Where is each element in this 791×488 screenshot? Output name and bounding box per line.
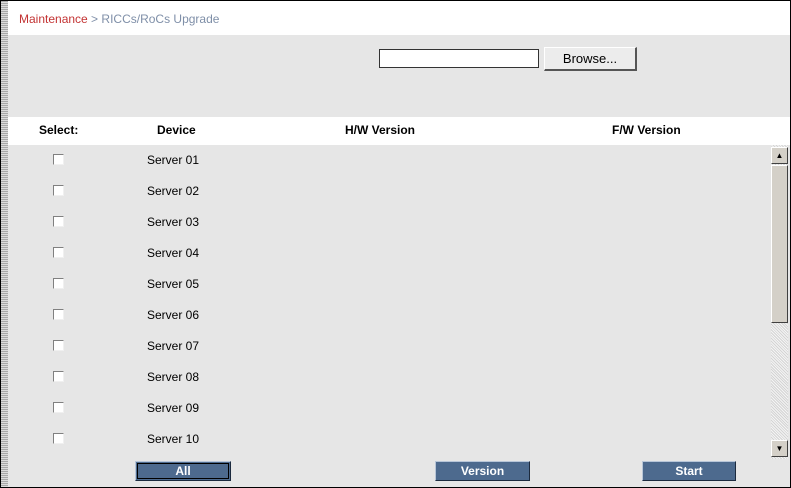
breadcrumb-maintenance-link[interactable]: Maintenance (19, 12, 88, 26)
device-name: Server 07 (147, 339, 200, 353)
breadcrumb-separator: > (87, 12, 102, 26)
table-row: Server 10 (8, 424, 768, 455)
row-select-checkbox[interactable] (53, 278, 64, 289)
row-select-checkbox[interactable] (53, 185, 64, 196)
row-select-checkbox[interactable] (53, 371, 64, 382)
browse-button[interactable]: Browse... (544, 47, 637, 71)
table-header: Select: Device H/W Version F/W Version (8, 117, 790, 145)
row-select-checkbox[interactable] (53, 216, 64, 227)
column-header-select: Select: (39, 123, 79, 137)
vertical-scrollbar[interactable]: ▲ ▼ (771, 145, 788, 459)
column-header-hw-version: H/W Version (345, 123, 416, 137)
device-name: Server 09 (147, 401, 200, 415)
row-select-checkbox[interactable] (53, 309, 64, 320)
table-row: Server 04 (8, 238, 768, 269)
upgrade-panel: Maintenance > RICCs/RoCs Upgrade Browse.… (0, 0, 791, 488)
row-select-checkbox[interactable] (53, 247, 64, 258)
device-name: Server 08 (147, 370, 200, 384)
row-select-checkbox[interactable] (53, 433, 64, 444)
row-select-checkbox[interactable] (53, 340, 64, 351)
device-name: Server 10 (147, 432, 200, 446)
device-name: Server 02 (147, 184, 200, 198)
device-name: Server 04 (147, 246, 200, 260)
file-upload-panel: Browse... (8, 35, 790, 117)
scrollbar-thumb[interactable] (771, 165, 788, 323)
table-row: Server 09 (8, 393, 768, 424)
device-name: Server 06 (147, 308, 200, 322)
row-select-checkbox[interactable] (53, 154, 64, 165)
version-button[interactable]: Version (435, 461, 530, 481)
row-select-checkbox[interactable] (53, 402, 64, 413)
breadcrumb-current-page: RICCs/RoCs Upgrade (101, 12, 220, 26)
table-row: Server 01 (8, 145, 768, 176)
device-name: Server 03 (147, 215, 200, 229)
breadcrumb: Maintenance > RICCs/RoCs Upgrade (19, 12, 219, 26)
firmware-file-input[interactable] (379, 49, 539, 68)
scroll-down-arrow-icon[interactable]: ▼ (771, 440, 788, 457)
table-row: Server 08 (8, 362, 768, 393)
device-name: Server 05 (147, 277, 200, 291)
table-row: Server 07 (8, 331, 768, 362)
column-header-device: Device (157, 123, 196, 137)
start-button[interactable]: Start (642, 461, 736, 481)
device-name: Server 01 (147, 153, 200, 167)
scroll-up-arrow-icon[interactable]: ▲ (771, 147, 788, 164)
table-row: Server 05 (8, 269, 768, 300)
table-row: Server 02 (8, 176, 768, 207)
select-all-button[interactable]: All (135, 461, 231, 481)
device-list: Server 01 Server 02 Server 03 Server 04 Serv… (8, 145, 790, 459)
column-header-fw-version: F/W Version (612, 123, 681, 137)
table-row: Server 03 (8, 207, 768, 238)
table-row: Server 06 (8, 300, 768, 331)
left-border-strip (1, 1, 8, 487)
action-bar: All Version Start (8, 459, 790, 487)
